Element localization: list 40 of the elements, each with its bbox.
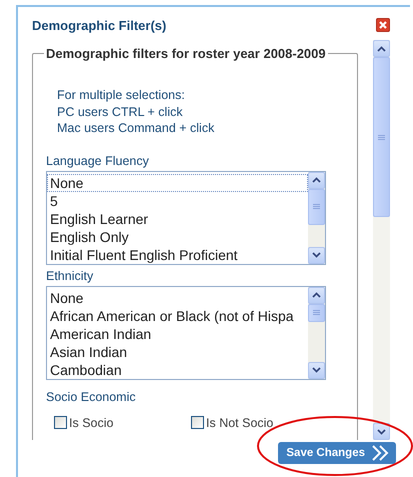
scroll-up-button[interactable]	[308, 172, 325, 188]
list-item[interactable]: None	[47, 288, 308, 306]
scroll-up-button[interactable]	[373, 40, 390, 57]
checkbox-option[interactable]: Is Socio	[54, 416, 191, 430]
instructions-text: For multiple selections: PC users CTRL + click Mac users Command + click	[56, 87, 216, 136]
list-item[interactable]: Initial Fluent English Proficient	[47, 246, 308, 264]
list-scrollbar[interactable]	[308, 172, 325, 264]
close-icon[interactable]	[376, 18, 390, 32]
grip-icon	[313, 204, 320, 209]
list-item[interactable]: 5	[47, 192, 308, 210]
checkbox[interactable]	[191, 416, 204, 429]
list-item[interactable]: None	[47, 174, 308, 192]
grip-icon	[313, 310, 320, 315]
list-label: Ethnicity	[46, 268, 94, 282]
list-item[interactable]: African American or Black (not of Hispa	[47, 306, 308, 324]
scroll-up-button[interactable]	[308, 286, 325, 304]
scroll-down-button[interactable]	[308, 246, 325, 264]
group-legend: Demographic filters for roster year 2008-2009	[44, 46, 328, 61]
list-label: Language Fluency	[46, 154, 150, 168]
checkbox-option[interactable]: Is Not Socio	[191, 416, 328, 430]
double-chevron-icon	[371, 445, 391, 461]
list-item[interactable]: Asian Indian	[47, 342, 308, 360]
scroll-thumb[interactable]	[308, 304, 325, 322]
list-box[interactable]: None 5 English Learner English Only Initial Fluent English Proficient	[46, 170, 326, 264]
dialog-title: Demographic Filter(s)	[32, 18, 166, 32]
scroll-down-button[interactable]	[308, 362, 325, 378]
list-item[interactable]: Cambodian	[47, 360, 308, 378]
panel-scrollbar[interactable]	[373, 40, 390, 440]
section-label: Socio Economic	[46, 390, 137, 404]
list-item[interactable]: English Only	[47, 228, 308, 246]
scroll-down-button[interactable]	[373, 423, 390, 440]
grip-icon	[378, 134, 385, 140]
list-box[interactable]: None African American or Black (not of Hispa American Indian Asian Indian Cambodian	[46, 286, 326, 380]
list-item[interactable]: American Indian	[47, 324, 308, 342]
list-item[interactable]: English Learner	[47, 210, 308, 228]
scroll-thumb[interactable]	[308, 188, 325, 224]
scroll-thumb[interactable]	[373, 57, 390, 217]
list-scrollbar[interactable]	[308, 286, 325, 378]
checkbox[interactable]	[54, 416, 67, 429]
save-changes-button[interactable]: Save Changes	[278, 442, 396, 464]
